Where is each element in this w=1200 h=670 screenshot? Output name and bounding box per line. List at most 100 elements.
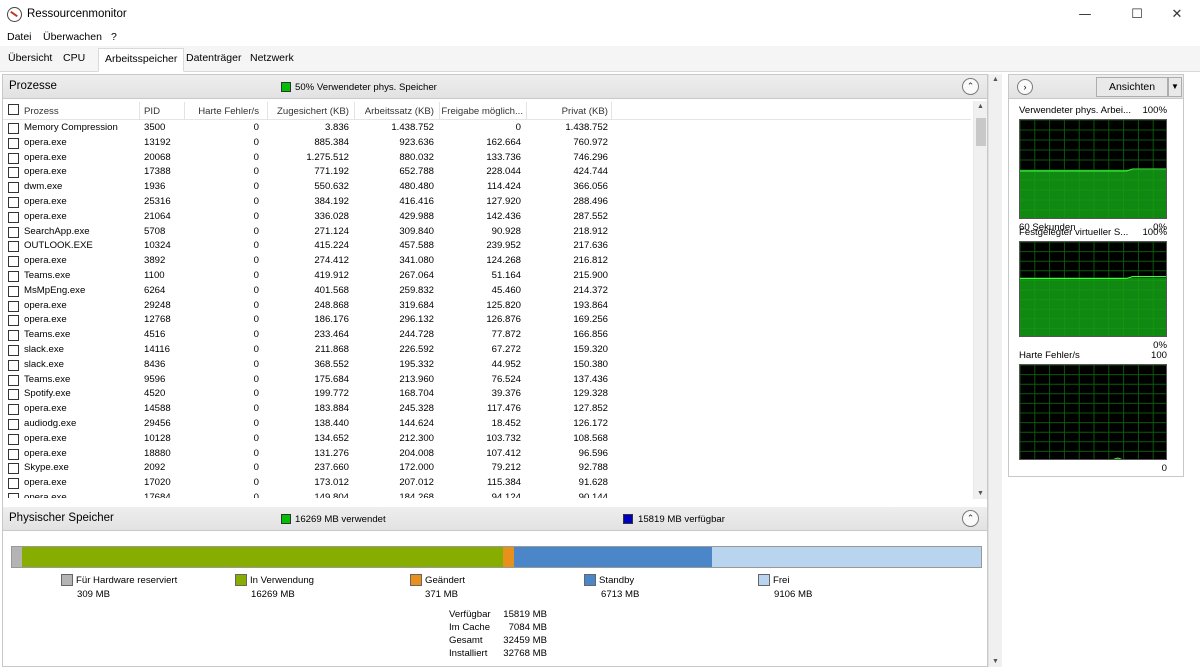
- table-row[interactable]: opera.exe 25316 0 384.192 416.416 127.920 288.…: [3, 195, 971, 210]
- cell-hard-faults: 0: [253, 255, 259, 267]
- detail-pane-scrollbar[interactable]: ▲ ▼: [988, 74, 1002, 667]
- row-checkbox[interactable]: [8, 241, 19, 253]
- row-checkbox[interactable]: [8, 152, 19, 164]
- table-row[interactable]: opera.exe 3892 0 274.412 341.080 124.268 216.8…: [3, 254, 971, 269]
- table-row[interactable]: Teams.exe 9596 0 175.684 213.960 76.524 137.43…: [3, 373, 971, 388]
- column-zugesichert[interactable]: Zugesichert (KB): [269, 106, 349, 117]
- row-checkbox[interactable]: [8, 389, 19, 401]
- row-checkbox[interactable]: [8, 374, 19, 386]
- processes-scrollbar[interactable]: ▲ ▼: [973, 101, 987, 499]
- column-harte-fehler[interactable]: Harte Fehler/s: [187, 106, 259, 117]
- views-dropdown-icon[interactable]: ▼: [1168, 77, 1182, 97]
- tab-datentraeger[interactable]: Datenträger: [186, 52, 241, 64]
- table-row[interactable]: opera.exe 20068 0 1.275.512 880.032 133.736 74…: [3, 151, 971, 166]
- close-button[interactable]: ✕: [1154, 0, 1200, 30]
- row-checkbox[interactable]: [8, 448, 19, 460]
- column-freigabe[interactable]: Freigabe möglich...: [441, 106, 523, 117]
- row-checkbox[interactable]: [8, 300, 19, 312]
- table-row[interactable]: opera.exe 21064 0 336.028 429.988 142.436 287.…: [3, 210, 971, 225]
- menu-help[interactable]: ?: [111, 31, 117, 43]
- column-privat[interactable]: Privat (KB): [528, 106, 608, 117]
- memory-stat-value: 7084 MB: [508, 622, 547, 633]
- row-checkbox[interactable]: [8, 433, 19, 445]
- row-checkbox[interactable]: [8, 478, 19, 490]
- graph-max-label: 100%: [1142, 105, 1167, 116]
- table-row[interactable]: opera.exe 12768 0 186.176 296.132 126.876 169.…: [3, 313, 971, 328]
- physical-memory-title: Physischer Speicher: [9, 512, 114, 524]
- row-checkbox[interactable]: [8, 137, 19, 149]
- tab-cpu[interactable]: CPU: [63, 52, 85, 64]
- minimize-button[interactable]: —: [1062, 0, 1108, 30]
- expand-chevron-icon[interactable]: ›: [1017, 79, 1033, 95]
- legend-swatch: [410, 574, 422, 586]
- row-checkbox[interactable]: [8, 493, 19, 498]
- row-checkbox[interactable]: [8, 182, 19, 194]
- row-checkbox[interactable]: [8, 167, 19, 179]
- table-row[interactable]: Memory Compression 3500 0 3.836 1.438.752 0 1.…: [3, 121, 971, 136]
- table-row[interactable]: OUTLOOK.EXE 10324 0 415.224 457.588 239.952 21…: [3, 239, 971, 254]
- collapse-physical-memory-button[interactable]: ⌃: [962, 510, 979, 527]
- table-row[interactable]: Teams.exe 4516 0 233.464 244.728 77.872 166.85…: [3, 328, 971, 343]
- table-row[interactable]: slack.exe 8436 0 368.552 195.332 44.952 150.38…: [3, 358, 971, 373]
- row-checkbox[interactable]: [8, 123, 19, 134]
- row-checkbox[interactable]: [8, 330, 19, 342]
- table-row[interactable]: SearchApp.exe 5708 0 271.124 309.840 90.928 21…: [3, 225, 971, 240]
- table-row[interactable]: Skype.exe 2092 0 237.660 172.000 79.212 92.788: [3, 461, 971, 476]
- row-checkbox[interactable]: [8, 256, 19, 268]
- tab-uebersicht[interactable]: Übersicht: [8, 52, 52, 64]
- scroll-thumb[interactable]: [976, 118, 986, 146]
- memory-stat-value: 32459 MB: [503, 635, 547, 646]
- cell-pid: 14116: [144, 344, 170, 355]
- tab-netzwerk[interactable]: Netzwerk: [250, 52, 294, 64]
- tab-arbeitsspeicher[interactable]: Arbeitsspeicher: [98, 48, 185, 72]
- scroll-up-icon[interactable]: ▲: [992, 76, 999, 83]
- table-row[interactable]: audiodg.exe 29456 0 138.440 144.624 18.452 126…: [3, 417, 971, 432]
- table-row[interactable]: MsMpEng.exe 6264 0 401.568 259.832 45.460 214.…: [3, 284, 971, 299]
- collapse-processes-button[interactable]: ⌃: [962, 78, 979, 95]
- cell-commit: 885.384: [314, 136, 349, 148]
- table-row[interactable]: opera.exe 13192 0 885.384 923.636 162.664 760.…: [3, 136, 971, 151]
- row-checkbox[interactable]: [8, 211, 19, 223]
- row-checkbox[interactable]: [8, 226, 19, 238]
- column-arbeitssatz[interactable]: Arbeitssatz (KB): [356, 106, 434, 117]
- select-all-checkbox[interactable]: [8, 104, 19, 115]
- row-checkbox[interactable]: [8, 463, 19, 475]
- menu-datei[interactable]: Datei: [7, 31, 32, 43]
- cell-private: 91.628: [578, 477, 608, 489]
- table-row[interactable]: opera.exe 18880 0 131.276 204.008 107.412 96.5…: [3, 447, 971, 462]
- cell-commit: 336.028: [314, 210, 349, 222]
- cell-shareable: 114.424: [487, 181, 521, 193]
- legend-label: Frei: [773, 575, 790, 586]
- row-checkbox[interactable]: [8, 315, 19, 327]
- table-row[interactable]: opera.exe 17020 0 173.012 207.012 115.384 91.6…: [3, 476, 971, 491]
- available-memory-label: 15819 MB verfügbar: [638, 514, 725, 525]
- row-checkbox[interactable]: [8, 197, 19, 208]
- row-checkbox[interactable]: [8, 359, 19, 371]
- table-row[interactable]: Teams.exe 1100 0 419.912 267.064 51.164 215.90…: [3, 269, 971, 284]
- column-prozess[interactable]: Prozess: [24, 106, 59, 117]
- processes-header[interactable]: Prozesse 50% Verwendeter phys. Speicher …: [3, 75, 987, 99]
- scroll-down-icon[interactable]: ▼: [977, 490, 984, 497]
- table-row[interactable]: Spotify.exe 4520 0 199.772 168.704 39.376 129.…: [3, 387, 971, 402]
- row-checkbox[interactable]: [8, 271, 19, 282]
- cell-pid: 14588: [144, 403, 171, 415]
- row-checkbox[interactable]: [8, 285, 19, 297]
- row-checkbox[interactable]: [8, 404, 19, 416]
- table-row[interactable]: dwm.exe 1936 0 550.632 480.480 114.424 366.056: [3, 180, 971, 195]
- physical-memory-header[interactable]: Physischer Speicher 16269 MB verwendet 1…: [3, 507, 987, 531]
- column-pid[interactable]: PID: [144, 106, 160, 117]
- table-row[interactable]: opera.exe 10128 0 134.652 212.300 103.732 108.…: [3, 432, 971, 447]
- table-row[interactable]: opera.exe 14588 0 183.884 245.328 117.476 127.…: [3, 402, 971, 417]
- row-checkbox[interactable]: [8, 419, 19, 430]
- menu-ueberwachen[interactable]: Überwachen: [43, 31, 102, 43]
- table-row[interactable]: opera.exe 17388 0 771.192 652.788 228.044 424.…: [3, 165, 971, 180]
- legend-label: In Verwendung: [250, 575, 315, 586]
- cell-private: 218.912: [573, 225, 608, 237]
- scroll-down-icon[interactable]: ▼: [992, 658, 999, 665]
- table-row[interactable]: opera.exe 29248 0 248.868 319.684 125.820 193.…: [3, 299, 971, 314]
- table-row[interactable]: opera.exe 17684 0 149.804 184.268 94.124 90.14…: [3, 491, 971, 498]
- scroll-up-icon[interactable]: ▲: [977, 103, 984, 110]
- table-row[interactable]: slack.exe 14116 0 211.868 226.592 67.272 159.3…: [3, 343, 971, 358]
- row-checkbox[interactable]: [8, 345, 19, 356]
- views-button[interactable]: Ansichten: [1096, 77, 1168, 97]
